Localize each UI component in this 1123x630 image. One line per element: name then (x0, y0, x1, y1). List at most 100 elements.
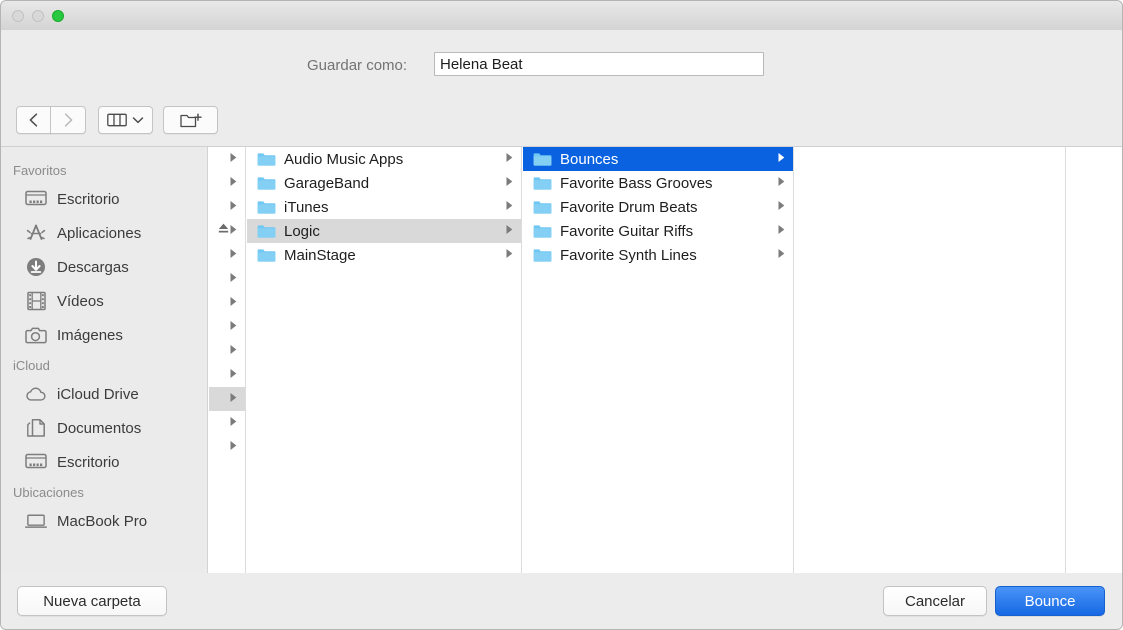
sidebar-item-icloud-drive[interactable]: iCloud Drive (1, 377, 207, 411)
file-row[interactable]: Favorite Guitar Riffs (523, 219, 793, 243)
file-row[interactable]: MainStage (247, 243, 521, 267)
file-row-partial[interactable] (209, 267, 245, 291)
sidebar-item-escritorio[interactable]: Escritorio (1, 182, 207, 216)
file-row-partial[interactable] (209, 147, 245, 171)
sidebar-item-escritorio[interactable]: Escritorio (1, 445, 207, 479)
file-row-partial[interactable] (209, 435, 245, 459)
disclosure-triangle-icon (229, 200, 238, 211)
sidebar-section-header: iCloud (1, 352, 207, 377)
disclosure-triangle-icon (229, 246, 238, 264)
downloads-icon (26, 257, 46, 277)
file-row-label: Logic (284, 223, 505, 240)
new-folder-toolbar-button[interactable] (163, 106, 218, 134)
file-row[interactable]: Favorite Bass Grooves (523, 171, 793, 195)
filename-input[interactable] (434, 52, 764, 76)
forward-button[interactable] (50, 106, 86, 134)
laptop-icon (25, 510, 47, 532)
file-row[interactable]: GarageBand (247, 171, 521, 195)
file-row-partial[interactable] (209, 339, 245, 363)
disclosure-triangle-icon (229, 150, 238, 168)
bounce-button[interactable]: Bounce (995, 586, 1105, 616)
disclosure-triangle-icon (229, 368, 238, 379)
file-row[interactable]: Bounces (523, 147, 793, 171)
file-row-partial[interactable] (209, 291, 245, 315)
cancel-button[interactable]: Cancelar (883, 586, 987, 616)
disclosure-triangle-icon (229, 224, 238, 235)
file-row-partial[interactable] (209, 195, 245, 219)
footer-bar: Nueva carpeta Cancelar Bounce (1, 573, 1122, 629)
column-four[interactable] (1067, 147, 1122, 575)
file-row-label: iTunes (284, 199, 505, 216)
column-two[interactable]: Bounces Favorite Bass Grooves Favorite D… (523, 147, 794, 575)
folder-icon (257, 224, 276, 239)
sidebar-item-descargas[interactable]: Descargas (1, 250, 207, 284)
disclosure-triangle-icon (777, 176, 786, 187)
file-row-partial[interactable] (209, 219, 245, 243)
close-button[interactable] (12, 10, 24, 22)
file-row-label: Favorite Synth Lines (560, 247, 777, 264)
file-row-label: Bounces (560, 151, 777, 168)
disclosure-triangle-icon (229, 416, 238, 427)
file-row[interactable]: Logic (247, 219, 521, 243)
sidebar-item-vídeos[interactable]: Vídeos (1, 284, 207, 318)
column-one[interactable]: Audio Music Apps GarageBand iTunes Logic… (247, 147, 522, 575)
sidebar-section-header: Ubicaciones (1, 479, 207, 504)
eject-icon[interactable] (217, 222, 230, 240)
file-row[interactable]: Favorite Drum Beats (523, 195, 793, 219)
save-as-row: Guardar como: (1, 30, 1122, 96)
file-row-label: GarageBand (284, 175, 505, 192)
pictures-icon (25, 324, 47, 346)
disclosure-triangle-icon (229, 318, 238, 336)
applications-icon (25, 223, 47, 243)
folder-icon (533, 152, 552, 167)
disclosure-triangle-icon (777, 200, 786, 211)
folder-icon (257, 152, 276, 167)
folder-icon (533, 176, 552, 191)
applications-icon (25, 222, 47, 244)
sidebar-item-imágenes[interactable]: Imágenes (1, 318, 207, 352)
file-row-label: Favorite Drum Beats (560, 199, 777, 216)
file-row[interactable]: Favorite Synth Lines (523, 243, 793, 267)
sidebar-item-label: Documentos (57, 420, 141, 437)
file-row-label: Audio Music Apps (284, 151, 505, 168)
new-folder-button[interactable]: Nueva carpeta (17, 586, 167, 616)
disclosure-triangle-icon (505, 200, 514, 211)
file-row-partial[interactable] (209, 315, 245, 339)
sidebar-item-aplicaciones[interactable]: Aplicaciones (1, 216, 207, 250)
folder-icon (533, 224, 552, 239)
view-mode-button[interactable] (98, 106, 153, 134)
file-row[interactable]: Audio Music Apps (247, 147, 521, 171)
file-row-partial[interactable] (209, 171, 245, 195)
movies-icon (25, 290, 47, 312)
column-browser: Audio Music Apps GarageBand iTunes Logic… (209, 147, 1122, 575)
file-row-partial[interactable] (209, 363, 245, 387)
minimize-button[interactable] (32, 10, 44, 22)
disclosure-triangle-icon (777, 222, 786, 240)
disclosure-triangle-icon (229, 270, 238, 288)
save-dialog-window: Guardar como: (0, 0, 1123, 630)
chevron-right-icon (63, 112, 74, 128)
file-row-partial[interactable] (209, 411, 245, 435)
column-partial-left[interactable] (209, 147, 246, 575)
folder-icon (257, 176, 276, 191)
sidebar-item-macbook-pro[interactable]: MacBook Pro (1, 504, 207, 538)
sidebar-item-label: Vídeos (57, 293, 104, 310)
sidebar-item-documentos[interactable]: Documentos (1, 411, 207, 445)
sidebar-item-label: Escritorio (57, 454, 120, 471)
file-row-label: Favorite Guitar Riffs (560, 223, 777, 240)
column-three[interactable] (795, 147, 1066, 575)
file-row-partial[interactable] (209, 243, 245, 267)
back-button[interactable] (16, 106, 51, 134)
file-row-partial[interactable] (209, 387, 245, 411)
folder-icon (533, 200, 552, 215)
toolbar: Bounces Buscar (1, 95, 1122, 146)
file-row[interactable]: iTunes (247, 195, 521, 219)
cloud-icon (25, 383, 47, 405)
disclosure-triangle-icon (229, 152, 238, 163)
chevron-down-icon (132, 116, 144, 124)
desktop-icon (25, 453, 47, 471)
zoom-button[interactable] (52, 10, 64, 22)
disclosure-triangle-icon (777, 246, 786, 264)
desktop-icon (25, 190, 47, 208)
cloud-icon (25, 387, 47, 402)
